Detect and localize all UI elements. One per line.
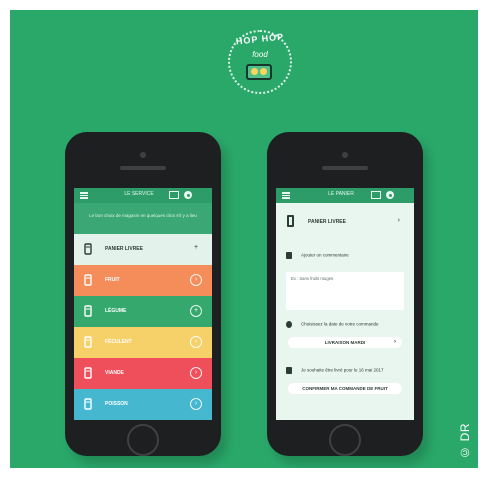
category-row[interactable]: FÉCULENT › (74, 327, 212, 358)
date-select-label: LIVRAISON MARDI (324, 340, 366, 345)
menu-icon[interactable] (80, 192, 88, 199)
confirm-label: CONFIRMER MA COMMANDE DE FRUIT (302, 386, 388, 391)
left-screen: LE SERVICE Le bon choix de magasin en qu… (74, 188, 212, 420)
grain-icon (81, 335, 95, 349)
comment-option[interactable]: Ajouter un commentaire (286, 252, 349, 264)
home-button[interactable] (329, 424, 361, 456)
category-label: FRUIT (105, 277, 120, 283)
category-open-button[interactable]: › (190, 336, 202, 348)
home-button[interactable] (127, 424, 159, 456)
bottle-icon (81, 242, 95, 256)
comment-placeholder: Ex : Sans fruits rouges (291, 276, 334, 281)
menu-icon[interactable] (282, 192, 290, 199)
screen-icon[interactable] (371, 191, 381, 199)
delivery-label: Je souhaite être livré pour le 16 mai 20… (301, 367, 384, 373)
category-row[interactable]: FRUIT › (74, 265, 212, 296)
camera-icon (140, 152, 146, 158)
carrot-icon (81, 304, 95, 318)
category-list: PANIER LIVREE + FRUIT › LÉGUME + FÉCULENT › VIAN… (74, 234, 212, 420)
category-row[interactable]: LÉGUME + (74, 296, 212, 327)
photo-credit: © DR (458, 423, 472, 460)
category-row[interactable]: PANIER LIVREE + (74, 234, 212, 265)
bottle-icon (287, 215, 294, 227)
category-open-button[interactable]: › (190, 367, 202, 379)
category-open-button[interactable]: + (190, 243, 202, 255)
camera-icon (342, 152, 348, 158)
intro-text: Le bon choix de magasin en quelques clic… (74, 203, 212, 234)
delivery-option: Je souhaite être livré pour le 16 mai 20… (286, 367, 384, 379)
product-label: PANIER LIVREE (308, 219, 346, 225)
comment-label: Ajouter un commentaire (301, 252, 349, 258)
speaker-grille (322, 166, 368, 170)
product-header[interactable]: PANIER LIVREE › (286, 215, 404, 229)
category-label: PANIER LIVREE (105, 246, 143, 252)
top-bar: LE SERVICE (74, 188, 212, 203)
date-label: Choisissez la date de votre commande (301, 321, 379, 327)
category-label: LÉGUME (105, 308, 127, 314)
confirm-order-button[interactable]: CONFIRMER MA COMMANDE DE FRUIT (288, 383, 402, 394)
category-open-button[interactable]: + (190, 305, 202, 317)
chevron-right-icon: › (397, 217, 400, 224)
order-form: PANIER LIVREE › Ajouter un commentaire E… (276, 203, 414, 420)
speaker-grille (120, 166, 166, 170)
phone-left: LE SERVICE Le bon choix de magasin en qu… (65, 132, 221, 456)
date-select-button[interactable]: LIVRAISON MARDI › (288, 337, 402, 348)
phone-right: LE PANIER PANIER LIVREE › Ajouter un com… (267, 132, 423, 456)
screen-icon[interactable] (169, 191, 179, 199)
comment-textarea[interactable]: Ex : Sans fruits rouges (286, 272, 404, 310)
category-row[interactable]: VIANDE › (74, 358, 212, 389)
category-open-button[interactable]: › (190, 274, 202, 286)
cursor-icon (286, 252, 292, 259)
category-label: VIANDE (105, 370, 124, 376)
screen-title: LE SERVICE (124, 191, 154, 197)
screen-title: LE PANIER (328, 191, 354, 197)
lunchbox-icon (246, 64, 272, 80)
clock-icon (286, 321, 292, 328)
category-label: POISSON (105, 401, 128, 407)
cart-icon[interactable] (386, 191, 394, 199)
apple-icon (81, 273, 95, 287)
category-label: FÉCULENT (105, 339, 132, 345)
cart-icon[interactable] (184, 191, 192, 199)
top-bar: LE PANIER (276, 188, 414, 203)
logo-subtitle: food (252, 50, 268, 59)
fish-icon (81, 397, 95, 411)
category-open-button[interactable]: › (190, 398, 202, 410)
app-logo: HOP HOP food (222, 24, 298, 100)
background-panel: HOP HOP food LE SERVICE Le bon choix de … (10, 10, 478, 468)
calendar-icon (286, 367, 292, 374)
chevron-right-icon: › (394, 339, 396, 345)
category-row[interactable]: POISSON › (74, 389, 212, 420)
date-option: Choisissez la date de votre commande (286, 321, 379, 333)
right-screen: LE PANIER PANIER LIVREE › Ajouter un com… (276, 188, 414, 420)
meat-icon (81, 366, 95, 380)
